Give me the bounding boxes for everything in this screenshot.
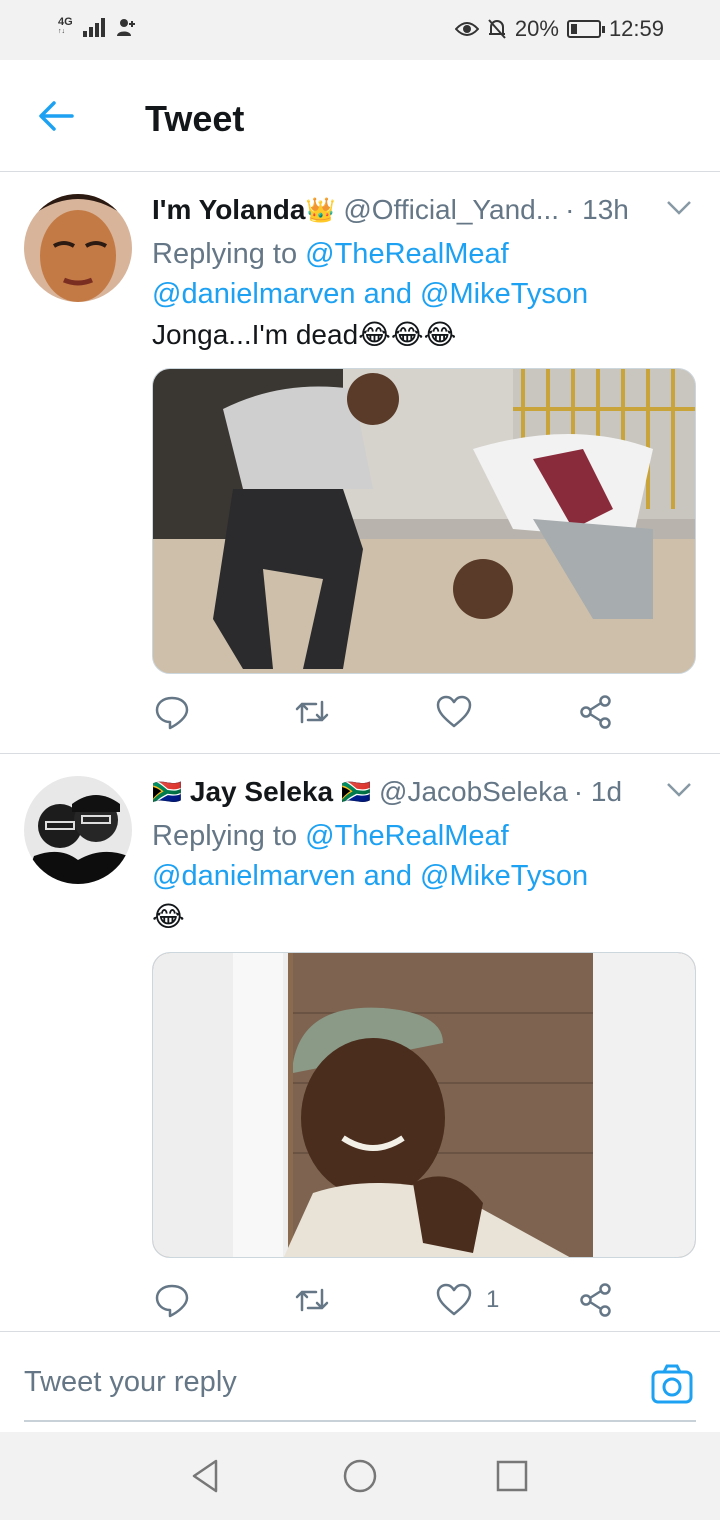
mention-link[interactable]: @danielmarven bbox=[152, 278, 356, 310]
eye-icon bbox=[454, 22, 479, 36]
flag-emoji: 🇿🇦 bbox=[341, 778, 372, 806]
share-icon[interactable] bbox=[578, 694, 614, 730]
battery-icon bbox=[566, 20, 605, 38]
replying-to: Replying to @TheRealMeaf @danielmarven a… bbox=[152, 820, 589, 892]
silent-bell-icon bbox=[488, 19, 506, 39]
reply-composer[interactable]: Tweet your reply bbox=[0, 1332, 720, 1432]
status-right: 20% 12:59 bbox=[454, 16, 664, 42]
share-icon[interactable] bbox=[578, 1282, 614, 1318]
nav-home-icon[interactable] bbox=[342, 1458, 378, 1494]
user-handle[interactable]: @Official_Yand... bbox=[343, 194, 559, 226]
retweet-icon[interactable] bbox=[294, 694, 330, 730]
divider bbox=[24, 1420, 696, 1422]
network-type: 4G ↑↓ bbox=[58, 16, 73, 36]
like-icon[interactable] bbox=[436, 694, 472, 730]
crown-emoji: 👑 bbox=[305, 196, 336, 224]
nav-recents-icon[interactable] bbox=[494, 1458, 530, 1494]
mention-link[interactable]: @MikeTyson bbox=[420, 860, 588, 892]
avatar[interactable] bbox=[24, 776, 132, 884]
mention-link[interactable]: @MikeTyson bbox=[420, 278, 588, 310]
like-icon[interactable] bbox=[436, 1282, 472, 1318]
signal-icon bbox=[82, 17, 105, 37]
tweet-time: · 13h bbox=[565, 194, 629, 225]
retweet-icon[interactable] bbox=[294, 1282, 330, 1318]
tweet-actions: 1 bbox=[152, 1282, 622, 1322]
tweet-2[interactable]: 🇿🇦 Jay Seleka 🇿🇦 @JacobSeleka · 1d Reply… bbox=[0, 754, 720, 1332]
battery-percent: 20% bbox=[514, 16, 559, 41]
user-add-icon bbox=[116, 19, 135, 36]
like-count: 1 bbox=[486, 1286, 500, 1313]
reply-icon[interactable] bbox=[154, 694, 190, 730]
tweet-text: 😂 bbox=[152, 901, 185, 932]
page-title: Tweet bbox=[145, 98, 245, 139]
tweet-meta: I'm Yolanda 👑 @Official_Yand... · 13h bbox=[152, 194, 629, 226]
replying-to: Replying to @TheRealMeaf @danielmarven a… bbox=[152, 238, 589, 310]
user-handle[interactable]: @JacobSeleka bbox=[379, 776, 568, 808]
top-app-bar: Tweet bbox=[0, 60, 720, 172]
chevron-down-icon[interactable] bbox=[666, 200, 692, 216]
tweet-photo[interactable] bbox=[152, 368, 696, 674]
tweet-meta: 🇿🇦 Jay Seleka 🇿🇦 @JacobSeleka · 1d bbox=[152, 776, 622, 808]
tweet-time: · 1d bbox=[573, 776, 623, 807]
flag-emoji: 🇿🇦 bbox=[152, 778, 182, 806]
mention-link[interactable]: @danielmarven bbox=[152, 860, 356, 892]
reply-input[interactable]: Tweet your reply bbox=[24, 1366, 237, 1399]
avatar[interactable] bbox=[24, 194, 132, 302]
back-arrow-icon[interactable] bbox=[36, 96, 76, 136]
status-left: 4G ↑↓ bbox=[58, 16, 137, 38]
status-bar: 4G ↑↓ 20% 12:59 bbox=[0, 0, 720, 60]
tweet-actions bbox=[152, 694, 622, 734]
mention-link[interactable]: @TheRealMeaf bbox=[305, 820, 509, 852]
tweet-1[interactable]: I'm Yolanda 👑 @Official_Yand... · 13h Re… bbox=[0, 172, 720, 754]
tweet-text: Jonga...I'm dead😂😂😂 bbox=[152, 319, 457, 350]
reply-icon[interactable] bbox=[154, 1282, 190, 1318]
chevron-down-icon[interactable] bbox=[666, 782, 692, 798]
display-name[interactable]: Jay Seleka bbox=[190, 776, 333, 808]
display-name[interactable]: I'm Yolanda bbox=[152, 194, 305, 226]
nav-back-icon[interactable] bbox=[188, 1458, 224, 1494]
mention-link[interactable]: @TheRealMeaf bbox=[305, 238, 509, 270]
clock: 12:59 bbox=[608, 16, 664, 41]
tweet-photo[interactable] bbox=[152, 952, 696, 1258]
system-nav-bar bbox=[0, 1432, 720, 1520]
camera-icon[interactable] bbox=[650, 1362, 694, 1406]
